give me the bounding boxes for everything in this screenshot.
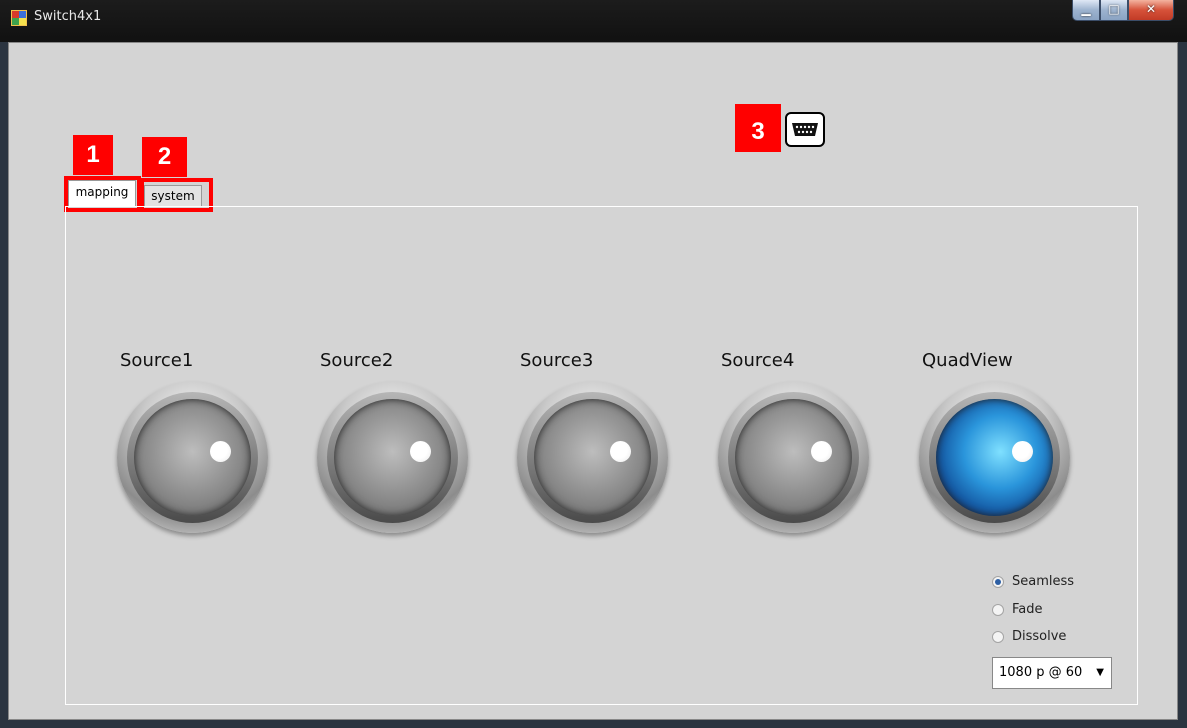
radio-seamless-control[interactable] (992, 575, 1004, 588)
quadview-button[interactable] (919, 382, 1070, 533)
radio-fade[interactable]: Fade (992, 602, 1043, 620)
annotation-number-1: 1 (73, 135, 113, 175)
maximize-icon: □ (1108, 2, 1120, 16)
minimize-button[interactable]: ▁ (1072, 0, 1100, 21)
resolution-value: 1080 p @ 60 (999, 665, 1083, 680)
maximize-button[interactable]: □ (1100, 0, 1128, 21)
chevron-down-icon: ▼ (1096, 667, 1104, 678)
annotation-number-3: 3 (735, 104, 781, 152)
source3-label: Source3 (520, 350, 594, 371)
source2-label: Source2 (320, 350, 394, 371)
radio-fade-control[interactable] (992, 603, 1004, 616)
radio-seamless-label: Seamless (1012, 574, 1075, 589)
title-bar[interactable]: Switch4x1 ▁ □ ✕ (0, 0, 1187, 42)
app-window: Switch4x1 ▁ □ ✕ mapping system 1 2 3 Sou… (0, 0, 1187, 728)
radio-seamless[interactable]: Seamless (992, 574, 1074, 592)
minimize-icon: ▁ (1081, 2, 1091, 16)
source1-button[interactable] (117, 382, 268, 533)
app-icon (11, 10, 27, 26)
source4-button[interactable] (718, 382, 869, 533)
source3-button[interactable] (517, 382, 668, 533)
close-icon: ✕ (1145, 2, 1157, 16)
source2-button[interactable] (317, 382, 468, 533)
window-title: Switch4x1 (34, 9, 102, 24)
radio-dissolve[interactable]: Dissolve (992, 629, 1066, 647)
resolution-select[interactable]: 1080 p @ 60 ▼ (992, 657, 1112, 689)
serial-port-icon[interactable] (785, 112, 825, 147)
close-button[interactable]: ✕ (1128, 0, 1174, 21)
quadview-label: QuadView (922, 350, 1013, 371)
radio-dissolve-label: Dissolve (1012, 629, 1067, 644)
radio-fade-label: Fade (1012, 602, 1043, 617)
source1-label: Source1 (120, 350, 194, 371)
source4-label: Source4 (721, 350, 795, 371)
annotation-number-2: 2 (142, 137, 187, 177)
radio-dissolve-control[interactable] (992, 630, 1004, 643)
